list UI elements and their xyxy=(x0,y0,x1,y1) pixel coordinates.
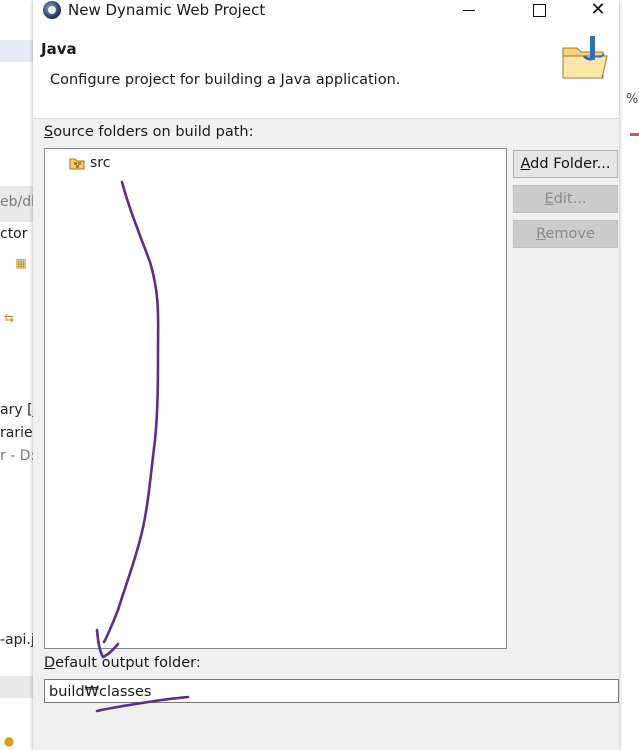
background-sync-icon: ⇆ xyxy=(3,311,15,325)
background-percent-fragment: % xyxy=(626,92,639,107)
source-folders-tree[interactable]: src xyxy=(44,148,507,649)
source-folders-mnemonic: S xyxy=(44,124,54,140)
tree-item-src[interactable]: src xyxy=(69,153,110,173)
add-folder-label: dd Folder... xyxy=(530,156,611,172)
edit-button[interactable]: Edit... xyxy=(513,185,618,213)
background-location-fragment: r - D: xyxy=(0,448,36,464)
wizard-header: Java Configure project for building a Ja… xyxy=(33,22,619,119)
background-status-band xyxy=(0,676,33,698)
maximize-button[interactable] xyxy=(516,0,562,22)
source-folder-icon xyxy=(69,158,85,170)
source-folders-label-text: ource folders on build path: xyxy=(53,124,254,140)
source-folders-label: Source folders on build path: xyxy=(44,124,253,140)
tree-item-label: src xyxy=(90,155,111,171)
edit-label: dit... xyxy=(553,191,587,207)
default-output-folder-input[interactable]: build₩classes xyxy=(44,679,619,703)
lightbulb-icon: ● xyxy=(3,734,15,748)
background-ide-left: eb/dl ctor ▦ ⇆ ary [j raries r - D: -api… xyxy=(0,0,43,750)
eclipse-icon xyxy=(43,1,61,19)
add-folder-mnemonic: A xyxy=(520,156,531,172)
edit-mnemonic: E xyxy=(544,191,554,207)
java-folder-banner-icon xyxy=(562,36,608,79)
remove-button[interactable]: Remove xyxy=(513,220,618,248)
output-folder-mnemonic: D xyxy=(44,655,56,671)
minimize-button[interactable] xyxy=(446,0,492,22)
background-red-marker xyxy=(630,133,639,136)
remove-mnemonic: R xyxy=(536,226,546,242)
window-title: New Dynamic Web Project xyxy=(68,1,266,19)
background-library-fragment: ary [j xyxy=(0,402,37,418)
new-dynamic-web-project-dialog: New Dynamic Web Project ✕ Java Configure… xyxy=(33,0,619,750)
background-menu-fragment: ctor xyxy=(0,226,28,242)
default-output-folder-label: Default output folder: xyxy=(44,655,201,671)
output-folder-label-text: efault output folder: xyxy=(55,655,201,671)
background-path-fragment: eb/dl xyxy=(0,194,35,210)
close-button[interactable]: ✕ xyxy=(575,0,621,22)
maximize-icon xyxy=(532,4,546,17)
close-icon: ✕ xyxy=(590,0,606,20)
page-description: Configure project for building a Java ap… xyxy=(50,72,401,88)
background-ide-right: % xyxy=(619,0,639,750)
remove-label: emove xyxy=(545,226,595,242)
title-bar: New Dynamic Web Project ✕ xyxy=(33,0,619,22)
add-folder-button[interactable]: Add Folder... xyxy=(513,150,618,178)
background-selected-row xyxy=(0,40,33,62)
page-title: Java xyxy=(41,40,77,58)
minimize-icon xyxy=(463,9,475,11)
background-toolbar-icon: ▦ xyxy=(15,256,27,270)
